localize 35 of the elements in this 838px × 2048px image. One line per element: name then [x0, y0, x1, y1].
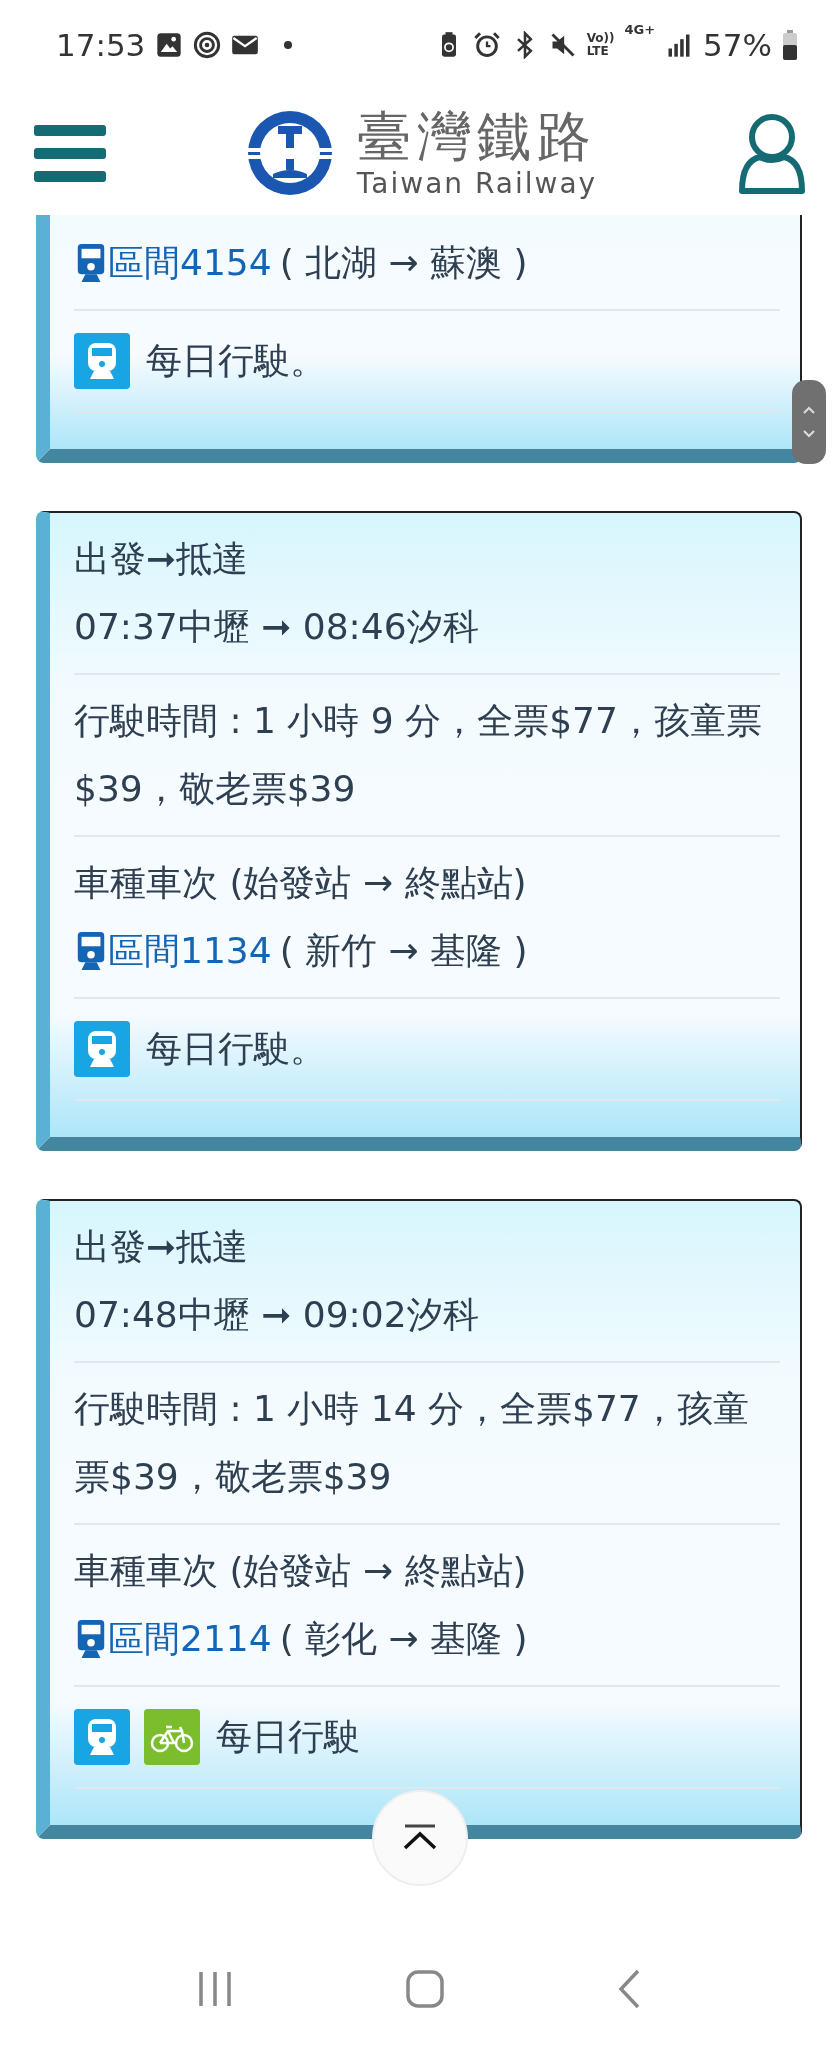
- alarm-icon: [472, 31, 501, 59]
- home-icon[interactable]: [406, 1970, 444, 2008]
- schedule-note: 每日行駛。: [146, 1027, 326, 1071]
- section-heading: 車種車次 (始發站 → 終點站): [74, 861, 528, 905]
- recent-apps-icon[interactable]: [196, 1970, 233, 2008]
- battery-icon: [782, 30, 798, 60]
- logo-title: 臺灣鐵路: [356, 105, 597, 168]
- clock: 17:53: [56, 27, 146, 63]
- network-type: 4G+: [624, 22, 656, 37]
- trip-times: 07:37中壢 ➞ 08:46汐科: [74, 605, 480, 649]
- scroll-handle[interactable]: [792, 380, 826, 464]
- fare-text: 行駛時間 : 1 小時 14 分，全票$77，孩童票$39，敬老票$39: [74, 1387, 750, 1499]
- train-link[interactable]: 區間2114: [74, 1605, 272, 1673]
- trip-times: 07:48中壢 ➞ 09:02汐科: [74, 1293, 480, 1337]
- gallery-icon: [155, 31, 184, 59]
- target-icon: [193, 31, 222, 59]
- logo-subtitle: Taiwan Railway: [356, 167, 598, 200]
- schedule-note: 每日行駛: [216, 1715, 360, 1759]
- fare-text: 行駛時間 : 1 小時 9 分，全票$77，孩童票$39，敬老票$39: [74, 699, 763, 811]
- section-heading: 出發➞抵達: [74, 1225, 250, 1269]
- schedule-note: 每日行駛。: [146, 339, 326, 383]
- route-text: ( 北湖 → 蘇澳 ): [279, 241, 528, 285]
- back-icon[interactable]: [617, 1969, 642, 2009]
- route-text: ( 新竹 → 基隆 ): [279, 929, 528, 973]
- battery-percent: 57%: [703, 27, 772, 63]
- section-heading: 出發➞抵達: [74, 537, 250, 581]
- route-text: ( 彰化 → 基隆 ): [279, 1617, 528, 1661]
- mute-icon: [548, 31, 577, 59]
- train-link[interactable]: 區間4154: [74, 229, 272, 297]
- chevron-up-icon: [402, 1824, 438, 1852]
- train-link[interactable]: 區間1134: [74, 917, 272, 985]
- dot-icon: [283, 40, 294, 50]
- section-heading: 車種車次 (始發站 → 終點站): [74, 1549, 528, 1593]
- volte-indicator: Vo)) LTE: [586, 32, 615, 58]
- menu-icon[interactable]: [34, 122, 106, 183]
